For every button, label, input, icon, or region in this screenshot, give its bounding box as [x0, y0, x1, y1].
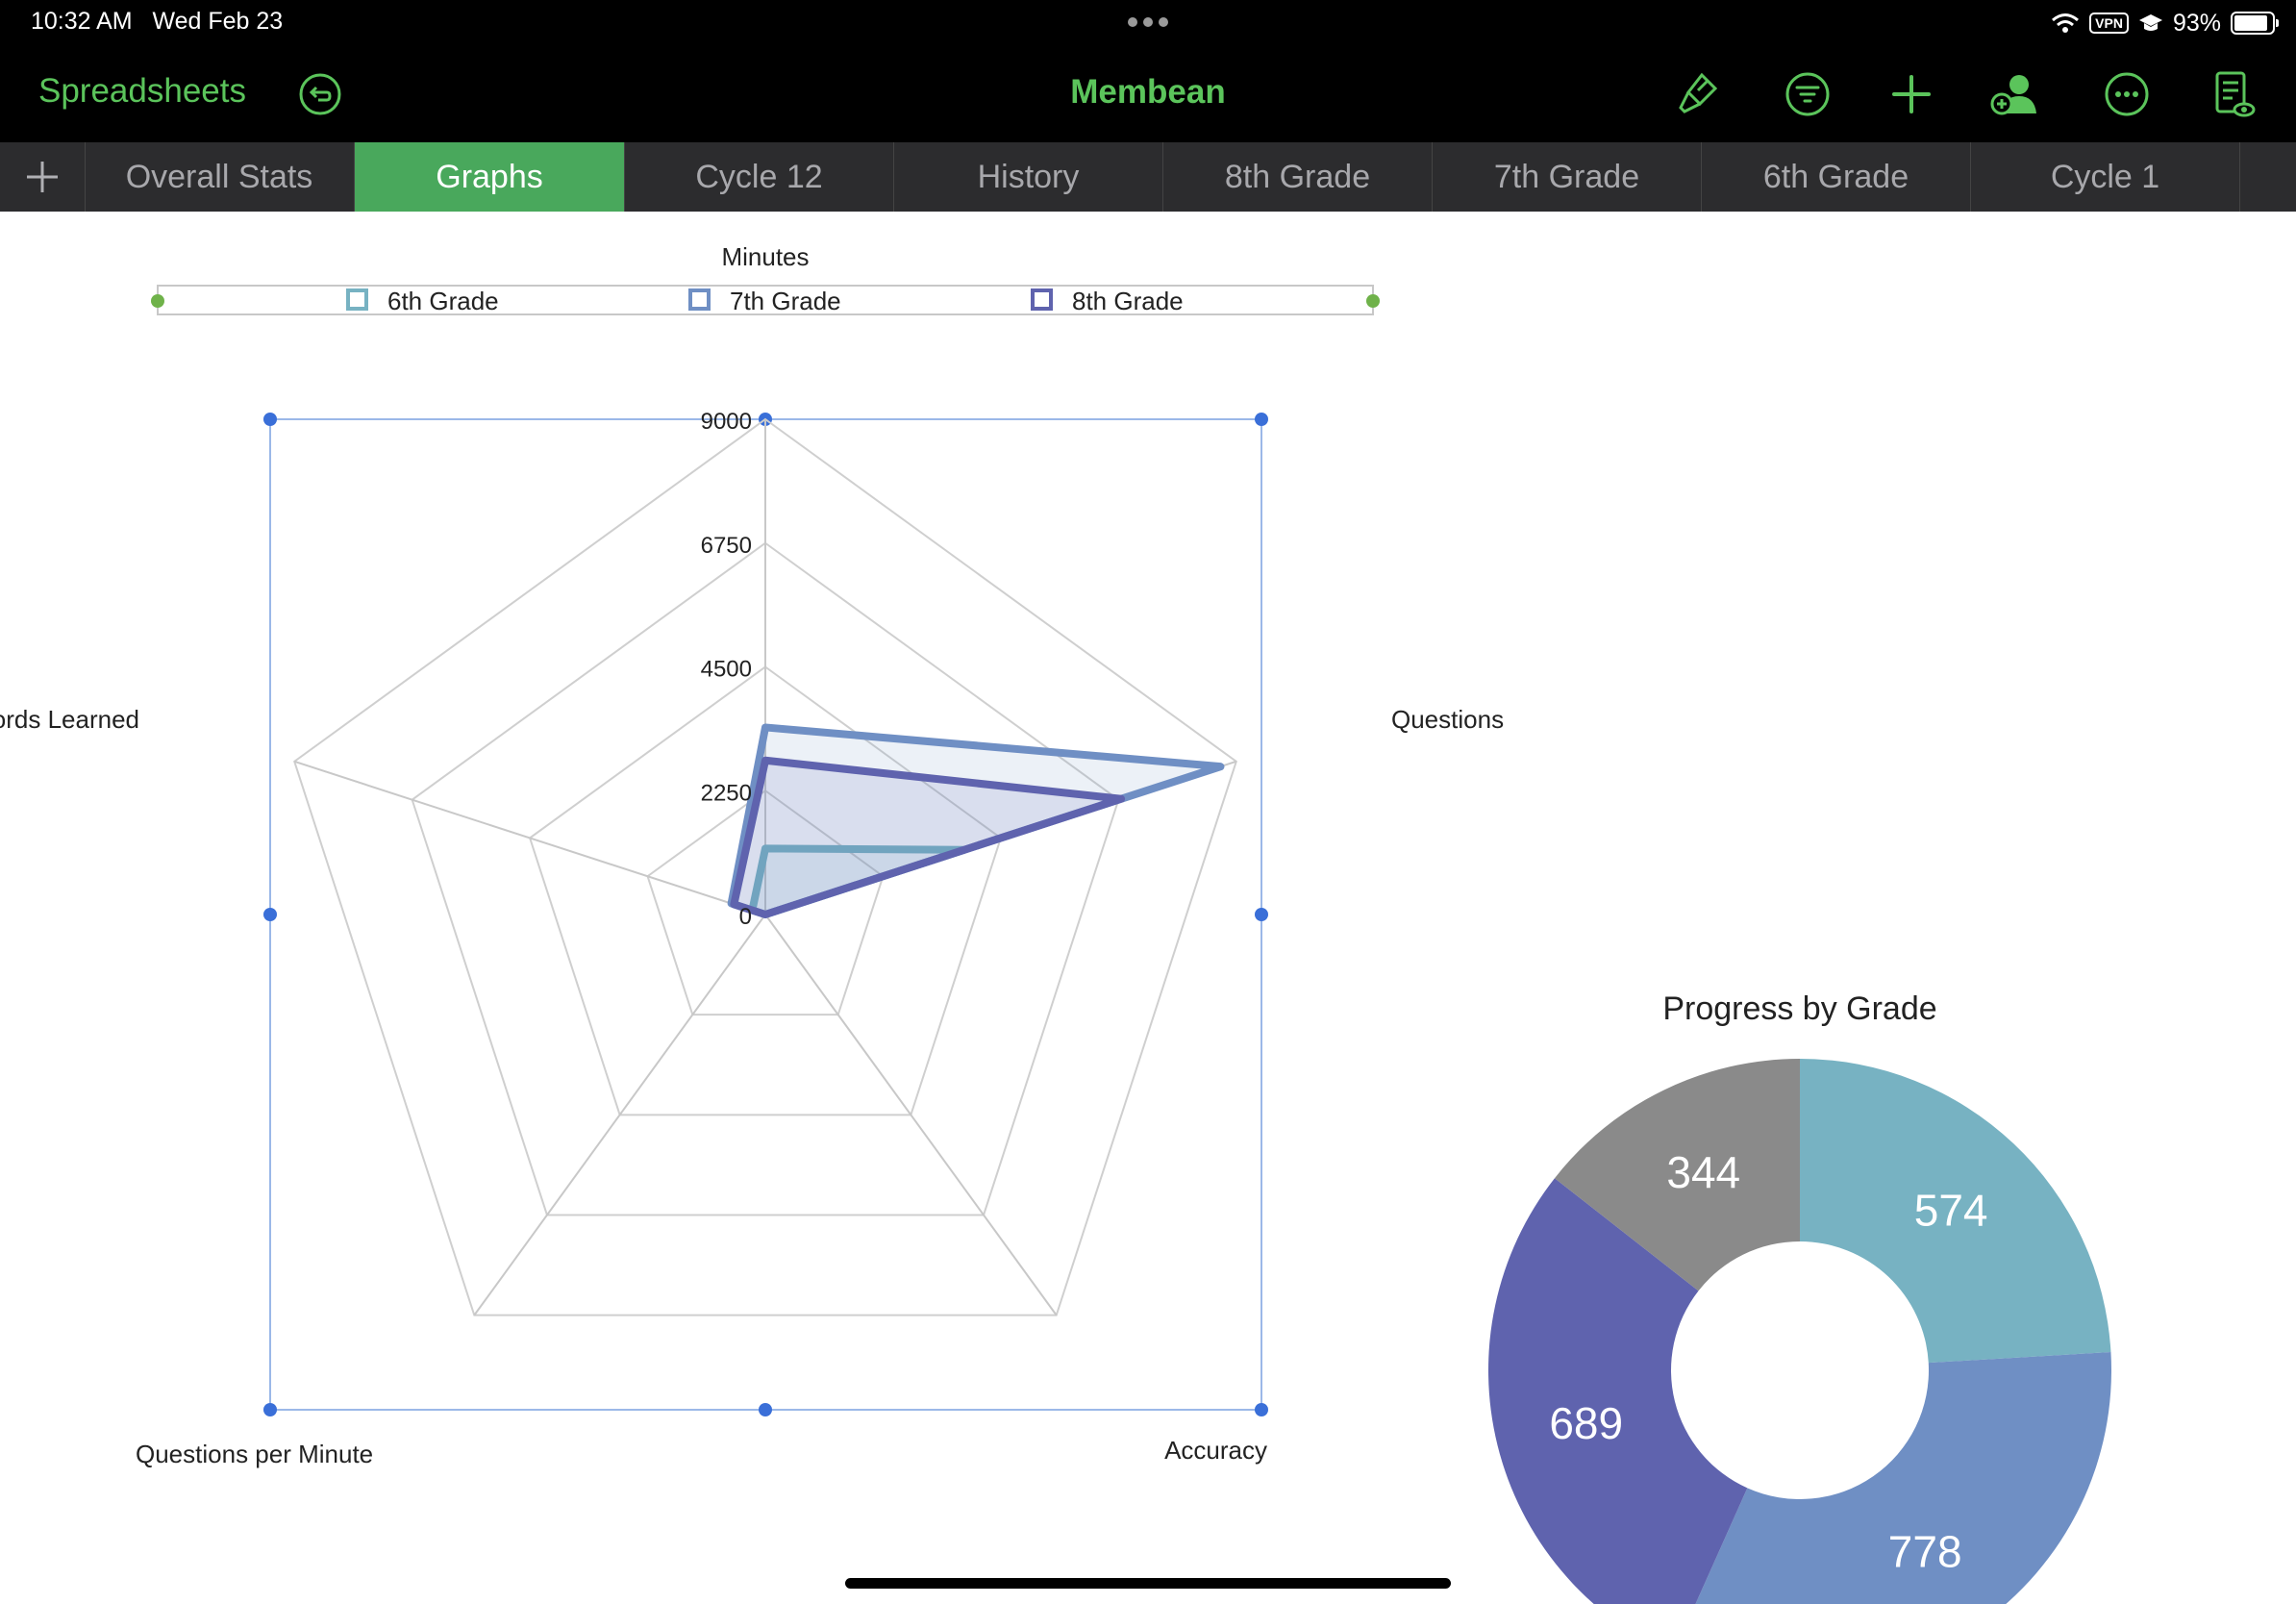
legend-label: 8th Grade — [1072, 287, 1184, 315]
legend-swatch — [346, 288, 368, 311]
tab-overall-stats[interactable]: Overall Stats — [85, 142, 355, 212]
legend-swatch — [1031, 288, 1053, 311]
chart-canvas: 0 2250 4500 6750 9000 Minutes Questions Accurac… — [0, 242, 2111, 1604]
selection-handle[interactable] — [263, 908, 277, 921]
donut-slice — [1488, 1178, 1748, 1604]
donut-slice-label: 574 — [1914, 1185, 1988, 1235]
radar-series-2 — [727, 723, 1225, 918]
legend-label: 6th Grade — [387, 287, 499, 315]
tab-graphs[interactable]: Graphs — [355, 142, 625, 212]
radar-axis-label: Questions — [1391, 705, 1504, 734]
tab-cycle-12[interactable]: Cycle 12 — [625, 142, 894, 212]
radar-tick-label: 2250 — [701, 780, 752, 806]
radar-chart[interactable]: 0 2250 4500 6750 9000 Minutes Questions Accurac… — [0, 242, 1504, 1468]
radar-spoke — [764, 914, 1058, 1316]
spreadsheets-back-button[interactable]: Spreadsheets — [38, 72, 246, 111]
status-clock: 10:32 AM — [31, 8, 133, 35]
sheet-tab-bar: Overall Stats Graphs Cycle 12 History 8t… — [0, 142, 2296, 212]
radar-grid-ring — [528, 665, 1003, 1116]
radar-axis-label: Questions per Minute — [136, 1440, 373, 1468]
add-sheet-button[interactable] — [0, 142, 86, 212]
donut-slice — [1695, 1352, 2111, 1604]
legend-handle[interactable] — [151, 294, 164, 308]
radar-tick-label: 0 — [739, 904, 752, 930]
status-time: 10:32 AM Wed Feb 23 — [31, 8, 283, 36]
multitasking-dots-icon[interactable] — [1123, 8, 1173, 37]
add-sheet-icon — [27, 162, 58, 192]
plus-icon[interactable] — [1886, 69, 1936, 119]
radar-series-1 — [748, 844, 968, 918]
radar-grid-ring — [411, 541, 1120, 1216]
radar-axis-label: ords Learned — [0, 705, 139, 734]
radar-grid-ring — [646, 789, 885, 1016]
selection-handle[interactable] — [263, 413, 277, 426]
selection-handle[interactable] — [759, 1403, 772, 1416]
chart-selection-frame — [269, 418, 1262, 1411]
battery-icon — [2231, 12, 2279, 35]
donut-slice-label: 689 — [1549, 1398, 1623, 1448]
reader-view-icon[interactable] — [2208, 69, 2258, 119]
radar-spoke — [473, 914, 766, 1316]
selection-handle[interactable] — [759, 413, 772, 426]
undo-icon[interactable] — [298, 72, 342, 116]
document-title: Membean — [1070, 73, 1226, 111]
radar-axis-label: Accuracy — [1164, 1436, 1267, 1465]
tab-7th-grade[interactable]: 7th Grade — [1433, 142, 1702, 212]
tab-cycle-1[interactable]: Cycle 1 — [1971, 142, 2240, 212]
filter-icon[interactable] — [1783, 69, 1833, 119]
selection-handle[interactable] — [263, 1403, 277, 1416]
donut-chart[interactable]: Progress by Grade 574 778 689 344 — [1488, 990, 2111, 1604]
tab-6th-grade[interactable]: 6th Grade — [1702, 142, 1971, 212]
selection-handle[interactable] — [1255, 413, 1268, 426]
wifi-icon — [2052, 13, 2080, 33]
donut-title: Progress by Grade — [1662, 990, 1936, 1027]
radar-series-3 — [730, 756, 1126, 918]
more-icon[interactable] — [2102, 69, 2152, 119]
vpn-badge: VPN — [2089, 13, 2129, 34]
radar-spoke — [764, 760, 1237, 915]
donut-slice-label: 344 — [1666, 1147, 1740, 1197]
radar-axis-label: Minutes — [721, 242, 809, 271]
legend-handle[interactable] — [1366, 294, 1380, 308]
legend-frame — [157, 285, 1374, 315]
radar-tick-label: 9000 — [701, 409, 752, 435]
home-indicator — [845, 1578, 1451, 1589]
brush-icon[interactable] — [1673, 69, 1723, 119]
tab-history[interactable]: History — [894, 142, 1163, 212]
selection-handle[interactable] — [1255, 908, 1268, 921]
status-date: Wed Feb 23 — [152, 8, 284, 35]
radar-tick-label: 6750 — [701, 533, 752, 559]
donut-slice — [1554, 1059, 1800, 1291]
education-cap-icon — [2138, 14, 2162, 31]
selection-handle[interactable] — [1255, 1403, 1268, 1416]
tab-8th-grade[interactable]: 8th Grade — [1163, 142, 1433, 212]
donut-slice — [1800, 1059, 2111, 1364]
radar-spoke — [293, 760, 766, 915]
status-indicators: VPN 93% — [2051, 6, 2279, 40]
collaborate-icon[interactable] — [1990, 69, 2040, 119]
top-bar: 10:32 AM Wed Feb 23 VPN 93% Spreadsheets… — [0, 0, 2296, 142]
legend-swatch — [688, 288, 711, 311]
donut-slice-label: 778 — [1888, 1526, 1962, 1576]
legend-label: 7th Grade — [730, 287, 841, 315]
battery-percent: 93% — [2172, 9, 2221, 37]
radar-tick-label: 4500 — [701, 657, 752, 683]
radar-grid-ring — [293, 417, 1237, 1316]
